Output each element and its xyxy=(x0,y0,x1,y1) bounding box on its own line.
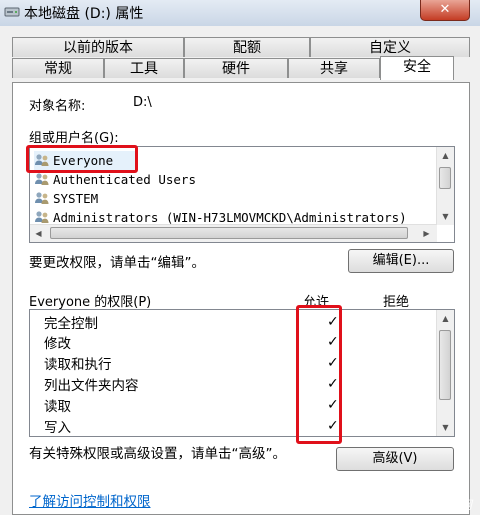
security-panel: 对象名称: D:\ 组或用户名(G): Everyone Authenticat… xyxy=(12,82,470,515)
close-icon: ✕ xyxy=(439,2,451,17)
list-item-everyone[interactable]: Everyone xyxy=(34,151,138,170)
users-horizontal-scrollbar[interactable]: ◀ ▶ xyxy=(30,224,437,242)
access-control-help-link[interactable]: 了解访问控制和权限 xyxy=(29,490,151,510)
permission-full-control: 完全控制 xyxy=(44,316,98,332)
users-icon xyxy=(35,211,49,223)
allow-check-icon: ✓ xyxy=(327,314,339,330)
scroll-down-icon[interactable]: ▼ xyxy=(437,419,454,436)
allow-column-header: 允许 xyxy=(303,295,330,310)
edit-prompt: 要更改权限，请单击“编辑”。 xyxy=(29,255,205,271)
allow-check-icon: ✓ xyxy=(327,376,339,392)
list-item-system[interactable]: SYSTEM xyxy=(34,189,98,208)
scroll-left-icon[interactable]: ◀ xyxy=(30,225,47,242)
permission-write: 写入 xyxy=(44,420,71,436)
scroll-thumb[interactable] xyxy=(439,330,451,400)
users-list[interactable]: Everyone Authenticated Users SYSTEM Admi… xyxy=(29,146,455,243)
edit-button[interactable]: 编辑(E)... xyxy=(348,249,454,273)
scroll-right-icon[interactable]: ▶ xyxy=(418,225,435,242)
tab-previous-versions[interactable]: 以前的版本 xyxy=(12,37,184,57)
permission-read: 读取 xyxy=(44,399,71,415)
permission-read-execute: 读取和执行 xyxy=(44,357,112,373)
tab-quota[interactable]: 配额 xyxy=(184,37,310,57)
tab-security[interactable]: 安全 xyxy=(380,56,454,80)
permissions-list: 完全控制 ✓ 修改 ✓ 读取和执行 ✓ 列出文件夹内容 ✓ 读取 ✓ 写入 ✓ … xyxy=(29,309,455,437)
users-icon xyxy=(35,173,49,185)
permission-modify: 修改 xyxy=(44,336,71,352)
tab-general[interactable]: 常规 xyxy=(12,58,104,78)
tab-customize[interactable]: 自定义 xyxy=(310,37,470,57)
users-vertical-scrollbar[interactable]: ▲ ▼ xyxy=(436,147,454,225)
deny-column-header: 拒绝 xyxy=(383,295,410,310)
watermark: Office教程网 xyxy=(400,498,472,512)
object-name-value: D:\ xyxy=(133,95,152,110)
permissions-vertical-scrollbar[interactable]: ▲ ▼ xyxy=(436,310,454,436)
allow-check-icon: ✓ xyxy=(327,334,339,350)
scroll-up-icon[interactable]: ▲ xyxy=(437,147,454,164)
scroll-thumb[interactable] xyxy=(50,227,408,239)
permission-list-folder: 列出文件夹内容 xyxy=(44,378,139,394)
allow-check-icon: ✓ xyxy=(327,397,339,413)
tab-hardware[interactable]: 硬件 xyxy=(184,58,288,78)
object-name-label: 对象名称: xyxy=(29,99,86,114)
allow-check-icon: ✓ xyxy=(327,418,339,434)
scroll-up-icon[interactable]: ▲ xyxy=(437,310,454,327)
scroll-thumb[interactable] xyxy=(439,167,451,189)
group-users-label: 组或用户名(G): xyxy=(29,131,119,146)
tab-sharing[interactable]: 共享 xyxy=(288,58,380,78)
permissions-label: Everyone 的权限(P) xyxy=(29,295,152,310)
window-title: 本地磁盘 (D:) 属性 xyxy=(24,6,144,22)
title-bar: 本地磁盘 (D:) 属性 ✕ xyxy=(0,0,480,26)
list-item-authenticated-users[interactable]: Authenticated Users xyxy=(34,170,196,189)
users-icon xyxy=(35,192,49,204)
users-icon xyxy=(35,154,49,166)
advanced-prompt: 有关特殊权限或高级设置，请单击“高级”。 xyxy=(29,446,286,462)
advanced-button[interactable]: 高级(V) xyxy=(336,447,454,471)
scroll-down-icon[interactable]: ▼ xyxy=(437,208,454,225)
allow-check-icon: ✓ xyxy=(327,355,339,371)
drive-icon xyxy=(4,7,20,17)
tab-tools[interactable]: 工具 xyxy=(104,58,184,78)
close-button[interactable]: ✕ xyxy=(420,0,470,21)
